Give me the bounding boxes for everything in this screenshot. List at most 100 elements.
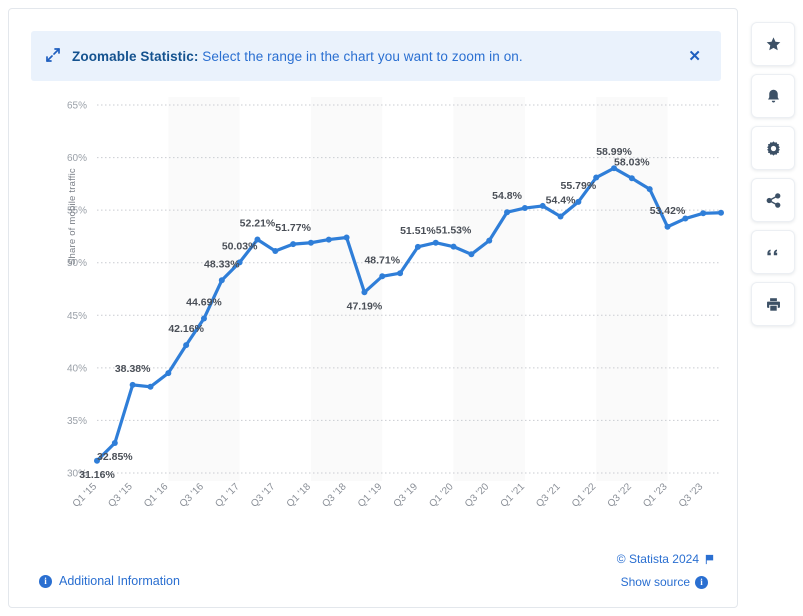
settings-button[interactable] (751, 126, 795, 170)
x-axis-tick: Q3 '20 (463, 481, 492, 510)
data-point (433, 240, 439, 246)
data-point (183, 342, 189, 348)
x-axis-tick: Q1 '18 (285, 481, 314, 510)
star-icon (765, 36, 782, 53)
data-label: 54.8% (492, 190, 522, 202)
data-point (272, 248, 278, 254)
y-axis-tick: 45% (67, 311, 87, 322)
chart-band (454, 97, 525, 481)
data-point (504, 209, 510, 215)
data-point (326, 237, 332, 243)
data-point (201, 316, 207, 322)
x-axis-tick: Q3 '15 (106, 481, 135, 510)
data-point (718, 210, 724, 216)
source-info-icon: i (695, 576, 708, 589)
data-label: 47.19% (347, 300, 383, 312)
data-label: 48.33% (204, 258, 240, 270)
data-point (130, 382, 136, 388)
data-point (558, 213, 564, 219)
x-axis-tick: Q1 '20 (427, 481, 456, 510)
bell-icon (765, 88, 782, 105)
x-axis-tick: Q3 '17 (249, 481, 278, 510)
x-axis-tick: Q1 '23 (641, 481, 670, 510)
data-point (700, 210, 706, 216)
info-icon: i (39, 575, 52, 588)
chart-band (168, 97, 239, 481)
data-label: 31.16% (79, 469, 115, 481)
copyright: © Statista 2024 (617, 552, 715, 566)
data-label: 54.4% (546, 194, 576, 206)
show-source-label: Show source (621, 575, 690, 589)
data-point (112, 440, 118, 446)
footer-right: © Statista 2024 Show source i (617, 552, 715, 589)
share-icon (765, 192, 782, 209)
data-point (219, 277, 225, 283)
data-point (575, 199, 581, 205)
y-axis-tick: 60% (67, 153, 87, 164)
x-axis-tick: Q1 '15 (71, 481, 100, 510)
additional-information-link[interactable]: i Additional Information (39, 574, 180, 588)
data-label: 44.69% (186, 297, 222, 309)
x-axis-tick: Q1 '22 (570, 481, 599, 510)
favorite-button[interactable] (751, 22, 795, 66)
data-label: 51.51% (400, 225, 436, 237)
alert-button[interactable] (751, 74, 795, 118)
x-axis-tick: Q1 '16 (142, 481, 171, 510)
line-chart[interactable]: 30%35%40%45%50%55%60%65%Q1 '15Q3 '15Q1 '… (31, 93, 731, 533)
expand-diagonal-icon (45, 47, 63, 65)
data-label: 58.03% (614, 156, 650, 168)
data-point (468, 251, 474, 257)
show-source-link[interactable]: Show source i (617, 575, 715, 589)
x-axis-tick: Q3 '16 (178, 481, 207, 510)
data-label: 38.38% (115, 363, 151, 375)
data-label: 55.79% (561, 180, 597, 192)
data-label: 51.77% (275, 222, 311, 234)
x-axis-tick: Q3 '22 (606, 481, 635, 510)
y-axis-tick: 35% (67, 416, 87, 427)
print-icon (765, 296, 782, 313)
banner-strong: Zoomable Statistic: (72, 49, 198, 64)
data-label: 50.03% (222, 240, 258, 252)
data-point (397, 270, 403, 276)
statistic-page: Zoomable Statistic: Select the range in … (0, 0, 803, 616)
data-point (647, 186, 653, 192)
data-point (629, 175, 635, 181)
x-axis-tick: Q3 '18 (320, 481, 349, 510)
flag-icon[interactable] (704, 554, 715, 565)
cite-button[interactable] (751, 230, 795, 274)
x-axis-tick: Q1 '21 (499, 481, 528, 510)
data-point (379, 273, 385, 279)
chart-band (311, 97, 382, 481)
banner-message: Zoomable Statistic: Select the range in … (72, 49, 523, 64)
action-rail (751, 22, 797, 326)
data-label: 52.21% (240, 217, 276, 229)
chart-container[interactable]: Share of mobile traffic 30%35%40%45%50%5… (31, 93, 731, 533)
data-point (165, 370, 171, 376)
data-point (486, 238, 492, 244)
data-label: 32.85% (97, 451, 133, 463)
zoomable-statistic-banner: Zoomable Statistic: Select the range in … (31, 31, 721, 81)
banner-rest: Select the range in the chart you want t… (198, 49, 522, 64)
x-axis-tick: Q1 '19 (356, 481, 385, 510)
data-point (147, 384, 153, 390)
data-point (522, 205, 528, 211)
y-axis-tick: 65% (67, 101, 87, 112)
data-point (665, 224, 671, 230)
data-point (415, 244, 421, 250)
data-label: 42.16% (168, 323, 204, 335)
share-button[interactable] (751, 178, 795, 222)
close-icon[interactable]: ✕ (682, 45, 707, 68)
data-point (290, 241, 296, 247)
data-label: 51.53% (436, 225, 472, 237)
data-point (344, 234, 350, 240)
additional-information-label: Additional Information (59, 574, 180, 588)
quote-icon (765, 244, 781, 260)
data-point (361, 289, 367, 295)
copyright-label: © Statista 2024 (617, 552, 699, 566)
y-axis-tick: 40% (67, 363, 87, 374)
print-button[interactable] (751, 282, 795, 326)
data-label: 48.71% (364, 254, 400, 266)
data-point (451, 244, 457, 250)
x-axis-tick: Q3 '23 (677, 481, 706, 510)
data-label: 53.42% (650, 205, 686, 217)
